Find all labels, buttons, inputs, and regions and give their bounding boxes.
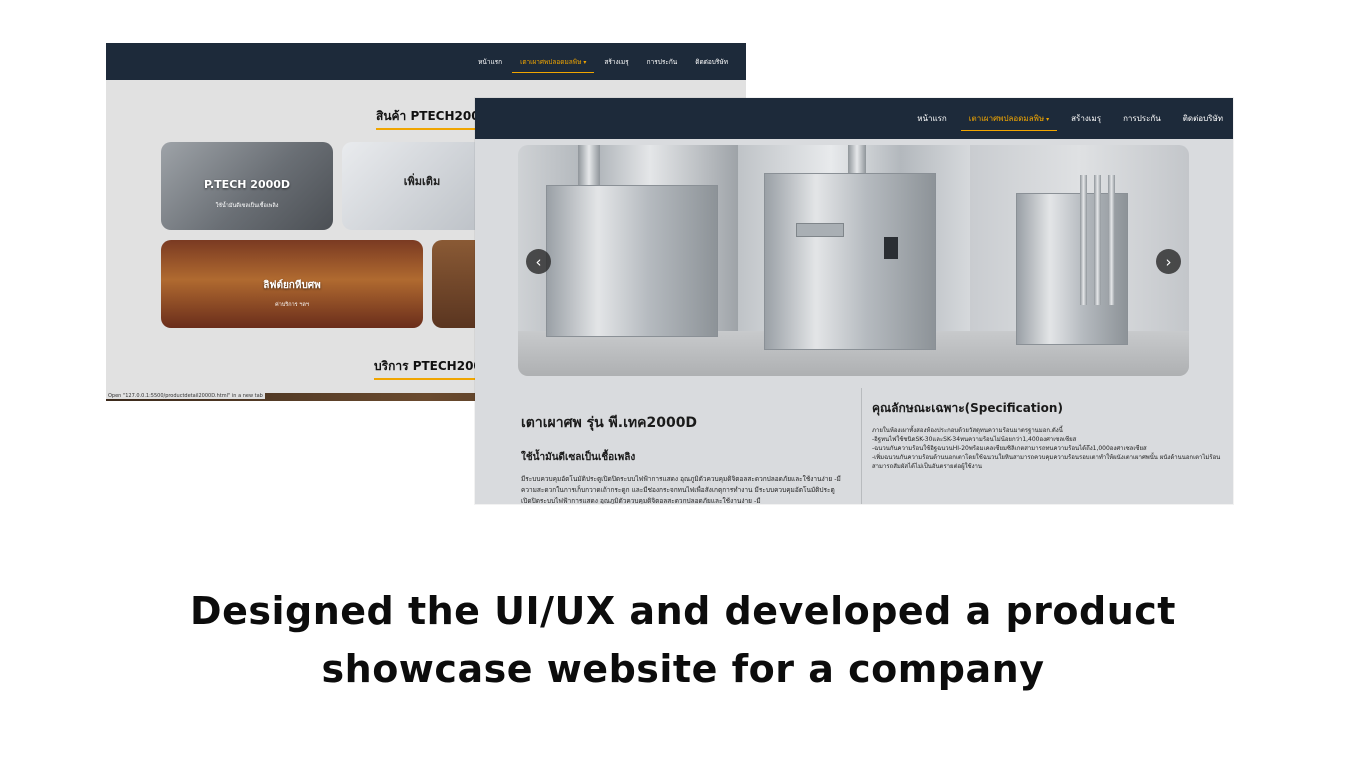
card-subtitle: ใช้น้ำมันดีเซลเป็นเชื้อเพลิง <box>215 203 279 209</box>
carousel-image-2 <box>738 145 970 376</box>
nav-warranty[interactable]: การประกัน <box>1123 112 1161 125</box>
carousel-image-1 <box>518 145 738 376</box>
floor <box>518 331 738 376</box>
pipe <box>1108 175 1115 305</box>
service-card-lift[interactable]: ลิฟต์ยกหีบศพ ค่าบริการ ฯลฯ <box>161 240 423 328</box>
nav-build-meru[interactable]: สร้างเมรุ <box>1071 112 1101 125</box>
nav-build-meru[interactable]: สร้างเมรุ <box>604 57 628 67</box>
nameplate <box>796 223 844 237</box>
nav-contact[interactable]: ติดต่อบริษัท <box>1183 112 1223 125</box>
products-section-title: สินค้า PTECH2000 <box>376 107 488 130</box>
chevron-down-icon: ▾ <box>583 58 587 66</box>
nav-warranty[interactable]: การประกัน <box>647 57 678 67</box>
services-section-title: บริการ PTECH2000 <box>374 357 491 380</box>
nav-home[interactable]: หน้าแรก <box>917 112 947 125</box>
product-subtitle: ใช้น้ำมันดีเซลเป็นเชื้อเพลิง <box>521 452 636 463</box>
card-title: P.TECH 2000D <box>203 178 291 191</box>
caption: Designed the UI/UX and developed a produ… <box>0 582 1366 698</box>
product-card-2000d[interactable]: P.TECH 2000D ใช้น้ำมันดีเซลเป็นเชื้อเพลิ… <box>161 142 333 230</box>
crematorium-unit <box>764 173 936 350</box>
carousel-prev-button[interactable]: ‹ <box>526 249 551 274</box>
front-navbar: หน้าแรก เตาเผาศพปลอดมลพิษ ▾ สร้างเมรุ การ… <box>475 98 1233 139</box>
nav-crematorium[interactable]: เตาเผาศพปลอดมลพิษ ▾ <box>960 112 1058 131</box>
control-panel <box>884 237 898 259</box>
nav-crematorium[interactable]: เตาเผาศพปลอดมลพิษ ▾ <box>512 57 595 73</box>
product-image-carousel: ‹ › <box>518 145 1189 376</box>
product-title: เตาเผาศพ รุ่น พี.เทค2000D <box>521 415 698 431</box>
card-subtitle: ค่าบริการ ฯลฯ <box>275 302 309 308</box>
nav-home[interactable]: หน้าแรก <box>478 57 502 67</box>
card-title: ลิฟต์ยกหีบศพ <box>263 280 321 291</box>
status-url: Open "127.0.0.1:5500/productdetail2000D.… <box>106 393 265 399</box>
caption-line-2: showcase website for a company <box>321 647 1045 691</box>
carousel-next-button[interactable]: › <box>1156 249 1181 274</box>
front-screenshot: หน้าแรก เตาเผาศพปลอดมลพิษ ▾ สร้างเมรุ การ… <box>475 98 1233 504</box>
spec-item: -อิฐทนไฟใช้ชนิดSK-30และSK-34ทนความร้อนไม… <box>872 436 1077 443</box>
crematorium-unit <box>546 185 718 337</box>
spec-item: ภายในห้องเผาทั้งสองห้องประกอบด้วยวัสดุทน… <box>872 427 1063 434</box>
pipe <box>1094 175 1101 305</box>
nav-contact[interactable]: ติดต่อบริษัท <box>695 57 728 67</box>
spec-item: -ฉนวนกันความร้อนใช้อิฐฉนวนHI-20พร้อมเคลเ… <box>872 445 1147 452</box>
nav-crematorium-label: เตาเผาศพปลอดมลพิษ <box>520 57 582 66</box>
pipe <box>1080 175 1087 305</box>
nav-crematorium-label: เตาเผาศพปลอดมลพิษ <box>968 114 1045 123</box>
spec-list: ภายในห้องเผาทั้งสองห้องประกอบด้วยวัสดุทน… <box>872 426 1222 471</box>
back-navbar: หน้าแรก เตาเผาศพปลอดมลพิษ ▾ สร้างเมรุ การ… <box>106 43 746 80</box>
product-description: มีระบบควบคุมอัตโนมัติประตูเปิดปิดระบบไฟฟ… <box>521 475 841 504</box>
spec-title: คุณลักษณะเฉพาะ(Specification) <box>872 401 1063 415</box>
pipe <box>578 145 600 185</box>
chevron-down-icon: ▾ <box>1046 116 1050 123</box>
spec-item: -เพิ่มฉนวนกันความร้อนด้านนอกเตาโดยใช้ฉนว… <box>872 454 1221 470</box>
caption-line-1: Designed the UI/UX and developed a produ… <box>190 589 1176 633</box>
column-divider <box>861 388 862 504</box>
